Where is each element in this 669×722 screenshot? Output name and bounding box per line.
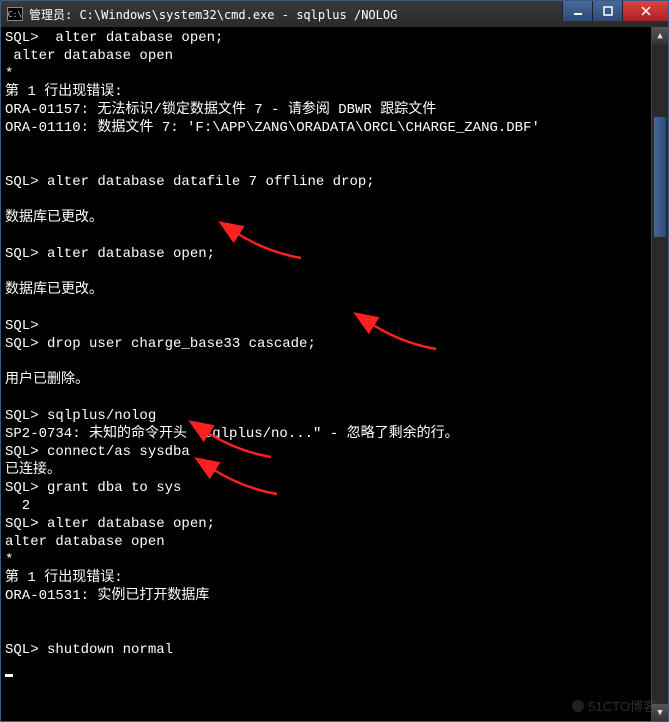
terminal-line: ORA-01531: 实例已打开数据库 <box>5 587 664 605</box>
close-button[interactable] <box>622 1 668 21</box>
terminal-line <box>5 389 664 407</box>
terminal-line: 已连接。 <box>5 461 664 479</box>
terminal-line: SQL> connect/as sysdba <box>5 443 664 461</box>
terminal-line: * <box>5 551 664 569</box>
terminal-line <box>5 227 664 245</box>
terminal-line <box>5 155 664 173</box>
window-buttons <box>562 1 668 21</box>
terminal-line <box>5 191 664 209</box>
terminal-line: 第 1 行出现错误: <box>5 83 664 101</box>
scroll-thumb[interactable] <box>654 117 666 237</box>
minimize-button[interactable] <box>562 1 592 21</box>
terminal-line: 数据库已更改。 <box>5 281 664 299</box>
terminal-line <box>5 299 664 317</box>
terminal-output[interactable]: SQL> alter database open; alter database… <box>1 27 668 721</box>
terminal-line: SQL> alter database datafile 7 offline d… <box>5 173 664 191</box>
terminal-line: SQL> alter database open; <box>5 515 664 533</box>
terminal-line: alter database open <box>5 47 664 65</box>
window-title: 管理员: C:\Windows\system32\cmd.exe - sqlpl… <box>29 6 397 23</box>
terminal-line: SQL> grant dba to sys <box>5 479 664 497</box>
terminal-line: SQL> alter database open; <box>5 29 664 47</box>
terminal-line: SQL> drop user charge_base33 cascade; <box>5 335 664 353</box>
cmd-window: C:\ 管理员: C:\Windows\system32\cmd.exe - s… <box>0 0 669 722</box>
cursor-line <box>5 659 664 677</box>
terminal-line: ORA-01110: 数据文件 7: 'F:\APP\ZANG\ORADATA\… <box>5 119 664 137</box>
terminal-line: SQL> sqlplus/nolog <box>5 407 664 425</box>
terminal-line: 第 1 行出现错误: <box>5 569 664 587</box>
titlebar[interactable]: C:\ 管理员: C:\Windows\system32\cmd.exe - s… <box>1 1 668 27</box>
terminal-line: SQL> alter database open; <box>5 245 664 263</box>
terminal-line <box>5 353 664 371</box>
terminal-line: SP2-0734: 未知的命令开头 "sqlplus/no..." - 忽略了剩… <box>5 425 664 443</box>
terminal-line <box>5 263 664 281</box>
terminal-line: 2 <box>5 497 664 515</box>
vertical-scrollbar[interactable]: ▲ ▼ <box>651 27 668 721</box>
watermark-text: 51CTO博客 <box>588 696 656 715</box>
terminal-line <box>5 623 664 641</box>
terminal-line <box>5 605 664 623</box>
terminal-line: SQL> <box>5 317 664 335</box>
terminal-line <box>5 137 664 155</box>
watermark: 51CTO博客 <box>572 696 656 715</box>
scroll-up-button[interactable]: ▲ <box>652 27 668 44</box>
cursor <box>5 674 13 677</box>
cmd-icon: C:\ <box>7 7 23 21</box>
terminal-line: SQL> shutdown normal <box>5 641 664 659</box>
terminal-line: * <box>5 65 664 83</box>
maximize-button[interactable] <box>592 1 622 21</box>
terminal-line: alter database open <box>5 533 664 551</box>
terminal-line: 数据库已更改。 <box>5 209 664 227</box>
terminal-line: 用户已删除。 <box>5 371 664 389</box>
terminal-line: ORA-01157: 无法标识/锁定数据文件 7 - 请参阅 DBWR 跟踪文件 <box>5 101 664 119</box>
watermark-icon <box>572 700 584 712</box>
